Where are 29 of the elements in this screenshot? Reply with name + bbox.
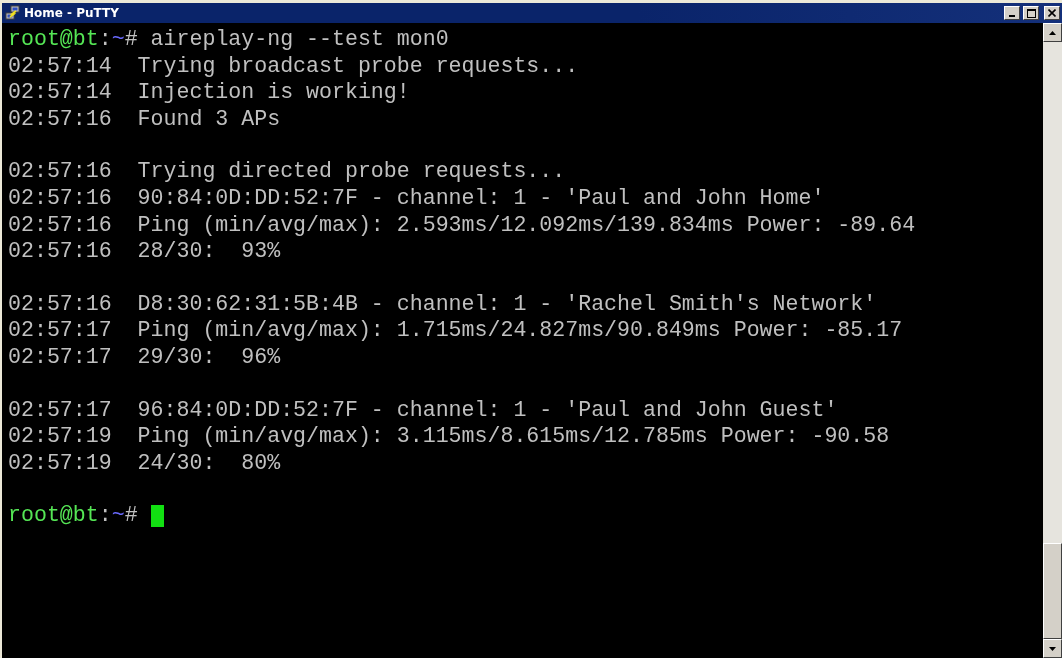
terminal-line: 02:57:19 Ping (min/avg/max): 3.115ms/8.615ms/12.785ms Power: -90.58	[8, 423, 891, 450]
terminal-prompt: root@bt:~#	[8, 502, 138, 529]
terminal-line: 02:57:16 D8:30:62:31:5B:4B - channel: 1 - 'Rachel Smith's Network'	[8, 290, 878, 318]
computers-icon	[5, 5, 21, 21]
terminal-line: 02:57:17 Ping (min/avg/max): 1.715ms/24.827ms/90.849ms Power: -85.17	[8, 317, 904, 344]
terminal-line: 02:57:16 Found 3 APs	[8, 105, 282, 133]
terminal-line: 02:57:17 96:84:0D:DD:52:7F - channel: 1 - 'Paul and John Guest'	[8, 396, 839, 424]
terminal-line: 02:57:16 Ping (min/avg/max): 2.593ms/12.092ms/139.834ms Power: -89.64	[8, 211, 917, 239]
maximize-button[interactable]	[1023, 6, 1039, 20]
scroll-thumb[interactable]	[1043, 543, 1062, 639]
scroll-down-button[interactable]	[1043, 639, 1062, 658]
close-icon	[1048, 9, 1056, 17]
window-title: Home - PuTTY	[24, 6, 120, 20]
terminal-line: 02:57:16 28/30: 93%	[8, 238, 282, 265]
minimize-button[interactable]	[1004, 6, 1020, 20]
close-button[interactable]	[1044, 6, 1060, 20]
scroll-up-button[interactable]	[1043, 23, 1062, 42]
up-arrow-icon	[1049, 30, 1056, 35]
terminal-line: 02:57:16 90:84:0D:DD:52:7F - channel: 1 - 'Paul and John Home'	[8, 184, 826, 212]
terminal-line: 02:57:19 24/30: 80%	[8, 449, 282, 477]
down-arrow-icon	[1049, 646, 1056, 651]
terminal-line: 02:57:16 Trying directed probe requests...	[8, 158, 567, 185]
terminal-line: 02:57:14 Injection is working!	[8, 79, 411, 106]
terminal-line: 02:57:14 Trying broadcast probe requests...	[8, 52, 580, 80]
scrollbar[interactable]	[1043, 23, 1062, 658]
text-cursor	[150, 504, 164, 527]
maximize-icon	[1026, 8, 1036, 18]
terminal-prompt: root@bt:~# aireplay-ng --test mon0	[8, 26, 449, 53]
terminal-line: 02:57:17 29/30: 96%	[8, 343, 282, 371]
